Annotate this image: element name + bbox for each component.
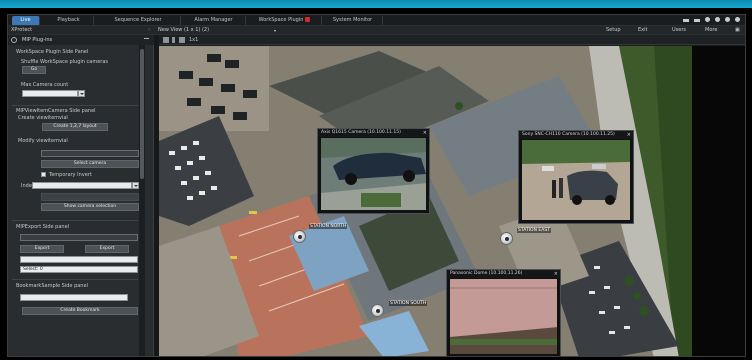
close-icon[interactable]: ×	[627, 131, 631, 139]
back-icon[interactable]	[172, 37, 175, 43]
users-button[interactable]: Users	[672, 27, 686, 34]
camera-preview-title: Panasonic Dome (10.100.11.26)	[447, 270, 560, 278]
export-path-field[interactable]	[20, 234, 138, 241]
view-selector[interactable]: New View (1 x 1) (2)	[158, 27, 209, 34]
dome-camera-icon[interactable]	[371, 304, 384, 317]
dome-camera-icon[interactable]	[500, 232, 513, 245]
fullscreen-icon[interactable]: ▣	[735, 27, 740, 34]
export-selection-field[interactable]: Select: 0	[20, 266, 138, 273]
export-name-field[interactable]	[20, 256, 138, 263]
create-label: Create viewitemvial	[18, 115, 68, 121]
tab-system-monitor[interactable]: System Monitor	[323, 16, 383, 25]
empty-view-area	[692, 46, 745, 356]
max-camera-input[interactable]	[22, 90, 78, 97]
shuffle-label: Shuffle WorkSpace plugin cameras	[21, 59, 109, 65]
collapse-icon[interactable]	[144, 38, 149, 42]
camera-preview-title: Sony SNC-CH110 Camera (10.100.11.25)	[519, 131, 633, 139]
gear-icon	[11, 37, 17, 43]
help-icon[interactable]	[715, 17, 720, 22]
create-layout-button[interactable]: Create 1,2,7 layout	[42, 123, 108, 131]
settings-icon[interactable]	[725, 17, 730, 22]
camera-preview-window[interactable]: Axis Q1615 Camera (10.100.11.15) ×	[317, 128, 430, 214]
camera-preview-title: Axis Q1615 Camera (10.100.11.15)	[318, 129, 429, 137]
layout-icon[interactable]	[179, 37, 185, 43]
side-panel-header: MIP Plug-ins	[8, 35, 154, 45]
temporary-label: Temporary Invert	[49, 172, 92, 178]
tab-alarm-manager[interactable]: Alarm Manager	[182, 16, 246, 25]
app-title: XProtect	[11, 27, 33, 33]
disabled-button[interactable]	[41, 193, 139, 201]
bookmark-section-title: BookmarkSample Side panel	[16, 283, 88, 289]
arrow-left-icon[interactable]	[683, 19, 689, 22]
tab-workspace-plugin[interactable]: WorkSpace Plugin	[248, 16, 322, 25]
divider	[12, 105, 138, 106]
layout-label: 1x1	[189, 37, 199, 43]
camera-video-feed	[522, 140, 630, 220]
smart-client-window: Live Playback Sequence Explorer Alarm Ma…	[7, 14, 746, 357]
tab-live[interactable]: Live	[12, 16, 40, 25]
plugin-side-panel: MIP Plug-ins WorkSpace Plugin Side Panel…	[8, 35, 154, 356]
main-menu-bar: Live Playback Sequence Explorer Alarm Ma…	[8, 15, 745, 26]
chevron-down-icon[interactable]: ▾	[274, 27, 276, 34]
setup-button[interactable]: Setup	[606, 27, 621, 34]
index-input[interactable]	[32, 182, 132, 189]
view-title-bar: XProtect ‹ New View (1 x 1) (2) ▾ Setup …	[8, 26, 745, 35]
close-icon[interactable]: ×	[423, 129, 427, 137]
go-button[interactable]: Go	[22, 66, 46, 74]
camera-field[interactable]	[41, 150, 139, 157]
export-right-button[interactable]: Export	[85, 245, 129, 253]
show-camera-selection-button[interactable]: Show camera selection	[41, 203, 139, 211]
index-dropdown[interactable]	[132, 182, 139, 189]
camera-preview-window[interactable]: Panasonic Dome (10.100.11.26) ×	[446, 269, 561, 356]
create-bookmark-button[interactable]: Create Bookmark	[22, 307, 138, 315]
exit-button[interactable]: Exit	[638, 27, 647, 34]
modify-label: Modify viewitemvial	[18, 138, 68, 144]
export-left-button[interactable]: Export	[20, 245, 64, 253]
viewitem-section-title: MIPViewItemCamera Side panel	[16, 108, 96, 114]
aerial-map[interactable]: STATION NORTH STATION EAST STATION SOUTH…	[159, 46, 692, 356]
bookmark-input[interactable]	[20, 294, 128, 301]
more-button[interactable]: More	[705, 27, 717, 34]
back-arrow-icon[interactable]: ‹	[148, 27, 150, 34]
dome-camera-icon[interactable]	[293, 230, 306, 243]
view-toolstrip: 1x1	[159, 35, 745, 45]
map-camera-label: STATION SOUTH	[389, 301, 428, 306]
workspace-section-title: WorkSpace Plugin Side Panel	[16, 49, 89, 55]
camera-video-feed	[450, 279, 557, 354]
tab-sequence-explorer[interactable]: Sequence Explorer	[96, 16, 181, 25]
map-camera-label: STATION NORTH	[309, 224, 348, 229]
scrollbar-thumb[interactable]	[140, 49, 144, 179]
arrow-right-icon[interactable]	[694, 19, 700, 22]
side-panel-title: MIP Plug-ins	[22, 37, 53, 43]
home-icon[interactable]	[163, 37, 169, 43]
camera-video-feed	[321, 138, 426, 210]
notification-badge-icon	[305, 17, 311, 22]
divider	[12, 279, 138, 280]
top-accent-bar	[0, 0, 752, 8]
camera-preview-window[interactable]: Sony SNC-CH110 Camera (10.100.11.25) ×	[518, 130, 634, 224]
status-icon[interactable]	[705, 17, 710, 22]
select-camera-button[interactable]: Select camera	[41, 160, 139, 168]
map-camera-label: STATION EAST	[517, 228, 551, 233]
side-panel-scrollbar[interactable]	[139, 45, 145, 356]
max-camera-label: Max Camera count	[21, 82, 69, 88]
tab-playback[interactable]: Playback	[44, 16, 94, 25]
export-section-title: MIPExport Side panel	[16, 224, 70, 230]
power-icon[interactable]	[735, 17, 740, 22]
temporary-checkbox[interactable]	[41, 172, 46, 177]
divider	[12, 220, 138, 221]
close-icon[interactable]: ×	[554, 270, 558, 278]
max-camera-dropdown[interactable]	[78, 90, 85, 97]
